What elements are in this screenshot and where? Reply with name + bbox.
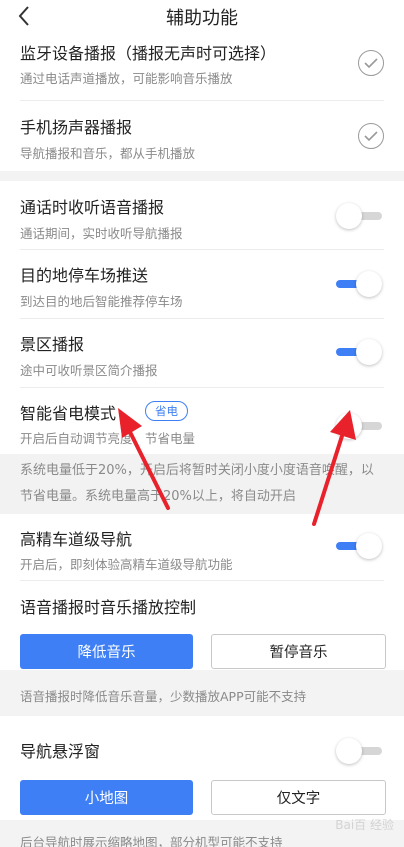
page-title: 辅助功能 (166, 8, 238, 29)
setting-call-broadcast: 通话时收听语音播报 通话期间，实时收听导航播报 (0, 181, 404, 249)
music-hint: 语音播报时降低音乐音量，少数播放APP可能不支持 (20, 689, 307, 704)
chevron-left-icon (18, 6, 29, 26)
option-subtitle: 通过电话声道播放，可能影响音乐播放 (20, 71, 233, 86)
setting-subtitle: 到达目的地后智能推荐停车场 (20, 294, 183, 309)
watermark: Bai百 经验 (335, 818, 394, 832)
setting-scenic-broadcast: 景区播报 途中可收听景区简介播报 (0, 319, 404, 387)
hint-block: 语音播报时降低音乐音量，少数播放APP可能不支持 (0, 670, 404, 716)
setting-subtitle: 开启后，即刻体验高精车道级导航功能 (20, 557, 233, 572)
lower-music-button[interactable]: 降低音乐 (20, 634, 193, 669)
output-option-speaker[interactable]: 手机扬声器播报 导航播报和音乐，都从手机播放 (0, 101, 404, 171)
setting-title: 景区播报 (20, 335, 85, 354)
setting-title: 高精车道级导航 (20, 530, 133, 549)
annotation-arrow-icon (312, 410, 356, 526)
annotation-arrow-icon (118, 408, 170, 510)
text-only-button[interactable]: 仅文字 (211, 780, 386, 815)
checkmark-icon[interactable] (358, 50, 384, 76)
section-title: 语音播报时音乐播放控制 (20, 598, 197, 617)
toggle-call-broadcast[interactable] (336, 203, 382, 229)
setting-subtitle: 通话期间，实时收听导航播报 (20, 226, 183, 241)
toggle-scenic-broadcast[interactable] (336, 339, 382, 365)
toggle-floating-window[interactable] (336, 738, 382, 764)
setting-subtitle: 途中可收听景区简介播报 (20, 363, 158, 378)
checkmark-icon[interactable] (358, 123, 384, 149)
section-gap (0, 171, 404, 181)
setting-title: 通话时收听语音播报 (20, 198, 165, 217)
section-title: 导航悬浮窗 (20, 742, 101, 761)
option-subtitle: 导航播报和音乐，都从手机播放 (20, 146, 196, 161)
mini-map-button[interactable]: 小地图 (20, 780, 193, 815)
setting-title: 目的地停车场推送 (20, 266, 149, 285)
header-bar: 辅助功能 (0, 0, 404, 34)
toggle-lane-navigation[interactable] (336, 533, 382, 559)
toggle-parking-push[interactable] (336, 271, 382, 297)
back-button[interactable] (12, 4, 36, 28)
floating-hint: 后台导航时展示缩略地图，部分机型可能不支持 (20, 835, 283, 847)
output-option-bluetooth[interactable]: 监牙设备播报（播报无声时可选择） 通过电话声道播放，可能影响音乐播放 (0, 34, 404, 100)
setting-parking-push: 目的地停车场推送 到达目的地后智能推荐停车场 (0, 250, 404, 318)
pause-music-button[interactable]: 暂停音乐 (211, 634, 386, 669)
option-title: 监牙设备播报（播报无声时可选择） (20, 44, 277, 63)
option-title: 手机扬声器播报 (20, 118, 133, 137)
